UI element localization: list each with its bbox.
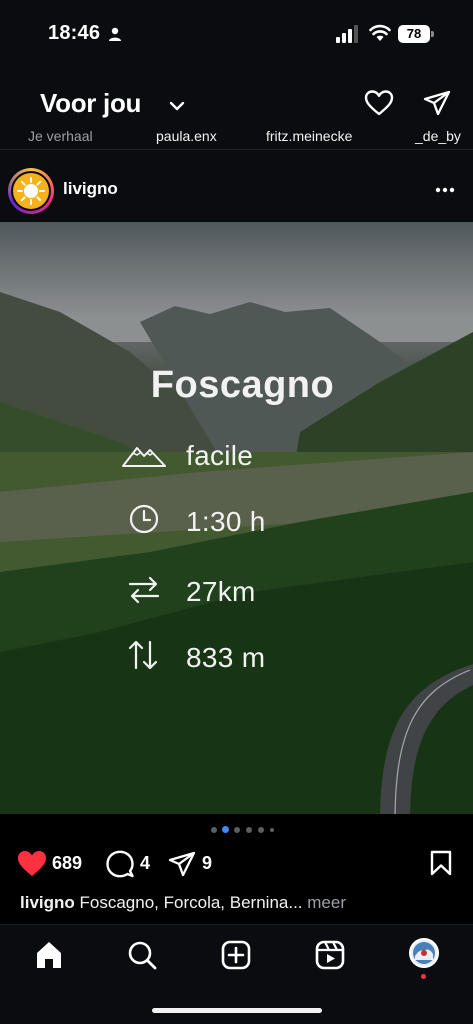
heart-filled-icon[interactable] (17, 850, 47, 877)
stat-elevation: 833 m (120, 638, 380, 678)
tab-bar (0, 924, 473, 1024)
wifi-icon (369, 24, 391, 41)
post-actions: 689 4 9 (0, 842, 473, 886)
caption-username[interactable]: livigno (20, 893, 75, 912)
create-icon[interactable] (220, 939, 252, 971)
chevron-down-icon[interactable] (168, 100, 186, 112)
route-title: Foscagno (150, 364, 335, 406)
signal-icon (336, 25, 358, 43)
post-image[interactable]: Foscagno facile 1:30 h 27km 833 m (0, 222, 473, 814)
comment-icon[interactable] (106, 850, 134, 878)
post-username[interactable]: livigno (63, 179, 118, 199)
feed-title[interactable]: Voor jou (40, 88, 141, 119)
carousel-indicator (0, 824, 473, 836)
heart-icon[interactable] (364, 89, 394, 117)
arrows-vertical-icon (128, 640, 158, 670)
carousel-dot (270, 828, 274, 832)
profile-avatar[interactable] (409, 938, 439, 968)
person-icon (109, 27, 121, 41)
post-caption[interactable]: livigno Foscagno, Forcola, Bernina... me… (20, 893, 460, 913)
status-bar: 18:46 78 (0, 0, 473, 70)
caption-text: Foscagno, Forcola, Bernina... (79, 893, 303, 912)
bookmark-icon[interactable] (430, 850, 452, 876)
sun-logo-icon (17, 177, 45, 205)
clock-icon (129, 504, 159, 534)
carousel-dot (234, 827, 240, 833)
story-label[interactable]: fritz.meinecke (266, 128, 352, 144)
story-label[interactable]: paula.enx (156, 128, 217, 144)
share-icon[interactable] (168, 850, 196, 878)
story-label[interactable]: _de_by (415, 128, 461, 144)
carousel-dot (258, 827, 264, 833)
feed-header: Voor jou (0, 70, 473, 132)
post-header: livigno (0, 150, 473, 222)
carousel-dot-active (222, 826, 229, 833)
stat-elevation-value: 833 m (186, 642, 266, 673)
notification-dot (421, 974, 426, 979)
stories-row: Je verhaal paula.enx fritz.meinecke _de_… (0, 124, 473, 150)
more-icon[interactable] (435, 187, 455, 193)
home-icon[interactable] (33, 939, 65, 971)
like-count[interactable]: 689 (52, 853, 82, 874)
arrows-horizontal-icon (128, 576, 160, 604)
profile-image-icon (413, 942, 435, 964)
carousel-dot (246, 827, 252, 833)
caption-more-link[interactable]: meer (307, 893, 346, 912)
mountain-icon (122, 447, 166, 467)
stat-duration: 1:30 h (120, 502, 380, 542)
stat-difficulty-value: facile (186, 440, 254, 471)
carousel-dot (211, 827, 217, 833)
avatar[interactable] (8, 168, 54, 214)
search-icon[interactable] (126, 939, 158, 971)
stat-distance-value: 27km (186, 576, 256, 607)
stat-distance: 27km (120, 572, 380, 612)
send-icon[interactable] (423, 89, 451, 117)
share-count[interactable]: 9 (202, 853, 212, 874)
battery-icon: 78 (398, 25, 434, 43)
story-label-own[interactable]: Je verhaal (28, 128, 93, 144)
comment-count[interactable]: 4 (140, 853, 150, 874)
status-time: 18:46 (48, 22, 101, 44)
home-indicator (152, 1008, 322, 1013)
stat-duration-value: 1:30 h (186, 506, 266, 537)
battery-level: 78 (398, 25, 430, 43)
stat-difficulty: facile (120, 436, 380, 476)
reels-icon[interactable] (314, 939, 346, 971)
